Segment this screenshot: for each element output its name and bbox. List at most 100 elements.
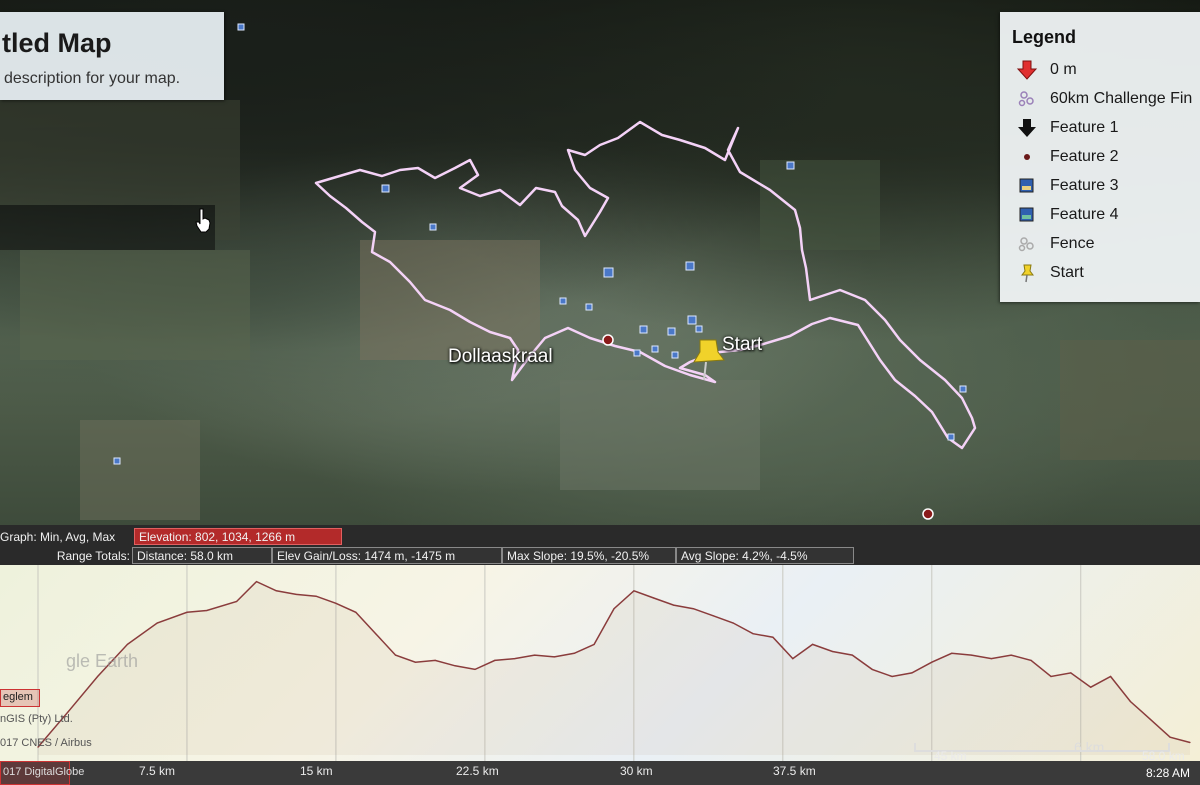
profile-point bbox=[970, 654, 973, 656]
elevation-profile-svg[interactable] bbox=[0, 565, 1200, 761]
elevation-stats-bar: Graph: Min, Avg, Max Elevation: 802, 103… bbox=[0, 525, 1200, 565]
map-title: tled Map bbox=[2, 28, 112, 58]
profile-point bbox=[1149, 718, 1151, 720]
legend-item-feature-1[interactable]: Feature 1 bbox=[1012, 116, 1200, 140]
profile-point bbox=[295, 593, 297, 595]
fence-icon bbox=[1018, 237, 1034, 252]
profile-point bbox=[692, 608, 695, 610]
profile-point bbox=[1070, 672, 1072, 674]
profile-point bbox=[335, 602, 337, 604]
x-tick-label: 58.0 km bbox=[1142, 749, 1185, 763]
legend-item-0m[interactable]: 0 m bbox=[1012, 58, 1200, 82]
profile-x-axis: 017 DigitalGlobe 7.5 km 15 km 22.5 km 30… bbox=[0, 749, 1200, 785]
profile-point bbox=[951, 652, 953, 654]
profile-point bbox=[126, 643, 128, 645]
legend-item-feature-4[interactable]: Feature 4 bbox=[1012, 203, 1200, 227]
photo-icon bbox=[1019, 207, 1034, 222]
profile-point bbox=[206, 609, 208, 612]
legend-label: Feature 4 bbox=[1050, 206, 1119, 223]
profile-point bbox=[97, 675, 99, 678]
range-totals-label: Range Totals: bbox=[56, 549, 130, 563]
x-tick-label: 37.5 km bbox=[773, 764, 816, 778]
legend-label: 60km Challenge Fin bbox=[1050, 90, 1193, 107]
profile-point bbox=[911, 672, 913, 674]
profile-point bbox=[315, 595, 317, 597]
feature-2-marker[interactable] bbox=[602, 334, 614, 346]
dot-icon bbox=[1024, 154, 1030, 160]
profile-point bbox=[990, 658, 993, 660]
profile-point bbox=[1010, 654, 1012, 656]
profile-point bbox=[236, 600, 238, 603]
profile-point bbox=[255, 581, 258, 583]
attribution-line-2: nGIS (Pty) Ltd. bbox=[0, 713, 73, 725]
feature-2-marker[interactable] bbox=[922, 508, 934, 520]
distance-stat: Distance: 58.0 km bbox=[132, 547, 272, 564]
max-slope-stat: Max Slope: 19.5%, -20.5% bbox=[502, 547, 676, 564]
legend-item-fence[interactable]: Fence bbox=[1012, 232, 1200, 256]
profile-point bbox=[434, 659, 436, 661]
profile-point bbox=[1169, 736, 1171, 738]
profile-point bbox=[1090, 686, 1092, 688]
watermark-line-1: gle Earth bbox=[66, 651, 139, 671]
place-label-dollaaskraal[interactable]: Dollaaskraal bbox=[448, 346, 553, 368]
profile-point bbox=[1030, 659, 1032, 661]
profile-area-fill bbox=[38, 581, 1190, 755]
attribution-line-4: 017 DigitalGlobe bbox=[3, 766, 85, 778]
profile-point bbox=[1050, 675, 1052, 678]
profile-point bbox=[812, 643, 814, 645]
attribution-line-3: 017 CNES / Airbus bbox=[0, 737, 92, 749]
elevation-tag: eglem bbox=[0, 689, 40, 707]
profile-point bbox=[355, 611, 357, 613]
profile-point bbox=[931, 661, 933, 663]
profile-point bbox=[534, 654, 536, 656]
profile-point bbox=[394, 654, 397, 656]
legend-label: Fence bbox=[1050, 235, 1095, 252]
profile-point bbox=[593, 643, 595, 645]
black-arrow-down-icon bbox=[1018, 119, 1036, 137]
yellow-pushpin-icon bbox=[1021, 264, 1034, 283]
hand-cursor-icon bbox=[195, 208, 211, 233]
x-tick-label: 45 km bbox=[934, 749, 967, 763]
x-tick-label: 30 km bbox=[620, 764, 653, 778]
x-tick-label: 22.5 km bbox=[456, 764, 499, 778]
legend-item-route[interactable]: 60km Challenge Fin bbox=[1012, 87, 1200, 111]
taskbar-clock: 8:28 AM bbox=[1146, 766, 1191, 780]
x-tick-label: 7.5 km bbox=[139, 764, 176, 778]
profile-point bbox=[454, 665, 456, 667]
profile-point bbox=[474, 668, 476, 670]
legend-item-feature-2[interactable]: Feature 2 bbox=[1012, 145, 1200, 169]
profile-point bbox=[553, 656, 556, 658]
profile-point bbox=[653, 597, 655, 599]
profile-point bbox=[514, 658, 516, 660]
legend-item-start[interactable]: Start bbox=[1012, 261, 1200, 285]
profile-point bbox=[712, 615, 714, 617]
map-title-panel: tled Map description for your map. bbox=[0, 12, 224, 100]
route-icon bbox=[1018, 91, 1034, 107]
profile-point bbox=[792, 658, 794, 660]
profile-point bbox=[1110, 675, 1112, 678]
x-tick-label: 15 km bbox=[300, 764, 333, 778]
start-label[interactable]: Start bbox=[722, 334, 762, 356]
elev-gain-stat: Elev Gain/Loss: 1474 m, -1475 m bbox=[272, 547, 502, 564]
profile-point bbox=[494, 659, 496, 661]
scale-label: 6 km bbox=[1074, 739, 1105, 755]
profile-point bbox=[156, 622, 158, 624]
legend-label: Feature 1 bbox=[1050, 119, 1119, 136]
profile-point bbox=[186, 611, 188, 613]
profile-point bbox=[891, 675, 893, 678]
legend-heading: Legend bbox=[1012, 27, 1077, 47]
satellite-map-view[interactable]: tled Map description for your map. Dolla… bbox=[0, 0, 1200, 525]
profile-point bbox=[772, 636, 774, 638]
elevation-profile-chart[interactable]: gle Earth nGIS (Pty) Ltd. 017 CNES / Air… bbox=[0, 565, 1200, 761]
map-description: description for your map. bbox=[4, 70, 181, 87]
profile-point bbox=[871, 668, 873, 670]
profile-point bbox=[414, 661, 416, 663]
legend-label: 0 m bbox=[1050, 61, 1077, 78]
profile-point bbox=[1189, 741, 1191, 744]
legend-item-feature-3[interactable]: Feature 3 bbox=[1012, 174, 1200, 198]
red-arrow-down-icon bbox=[1016, 60, 1038, 80]
profile-point bbox=[851, 654, 853, 656]
attribution-box: 017 DigitalGlobe bbox=[0, 761, 84, 785]
elevation-tag-label: eglem bbox=[3, 691, 33, 703]
profile-point bbox=[613, 608, 615, 610]
